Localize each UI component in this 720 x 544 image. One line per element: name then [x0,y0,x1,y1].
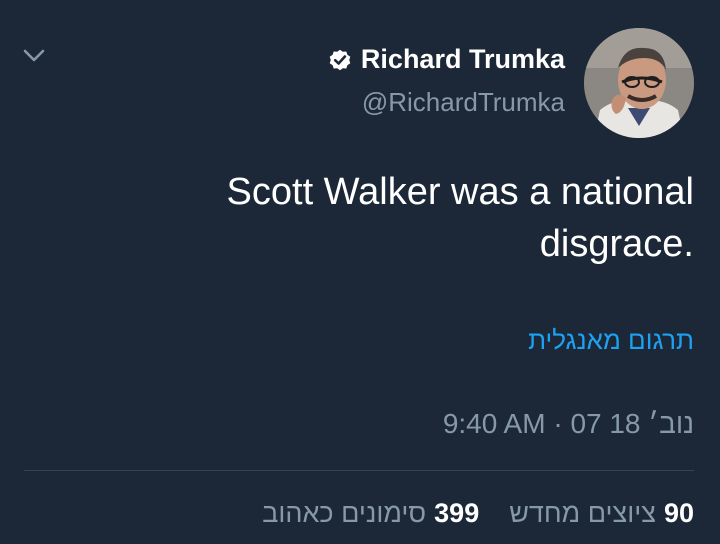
tweet-text: Scott Walker was a national disgrace. [226,171,694,265]
timestamp-separator: · [545,408,571,439]
retweets-count: 90 [663,498,694,528]
chevron-down-icon[interactable] [20,42,48,70]
likes-count: 399 [434,498,480,528]
avatar[interactable] [584,28,694,138]
verified-badge-icon [327,47,353,73]
author-display-name[interactable]: Richard Trumka [361,44,565,75]
translate-tweet-link[interactable]: תרגום מאנגלית [528,325,694,356]
tweet-timestamp[interactable]: 9:40 AM · 07 18 נוב׳ [443,408,694,440]
author-handle[interactable]: @RichardTrumka [362,87,565,118]
likes-label: סימונים כאהוב [262,498,427,528]
tweet-time: 9:40 AM [442,408,546,439]
author-name-row: Richard Trumka [327,44,565,75]
tweet-stats: 90 ציוצים מחדש 399 סימונים כאהוב [262,498,694,529]
likes-stat[interactable]: 399 סימונים כאהוב [262,498,479,529]
divider [24,470,694,471]
retweets-stat[interactable]: 90 ציוצים מחדש [509,498,694,529]
retweets-label: ציוצים מחדש [509,498,656,528]
tweet-date: 07 18 נוב׳ [570,408,694,439]
